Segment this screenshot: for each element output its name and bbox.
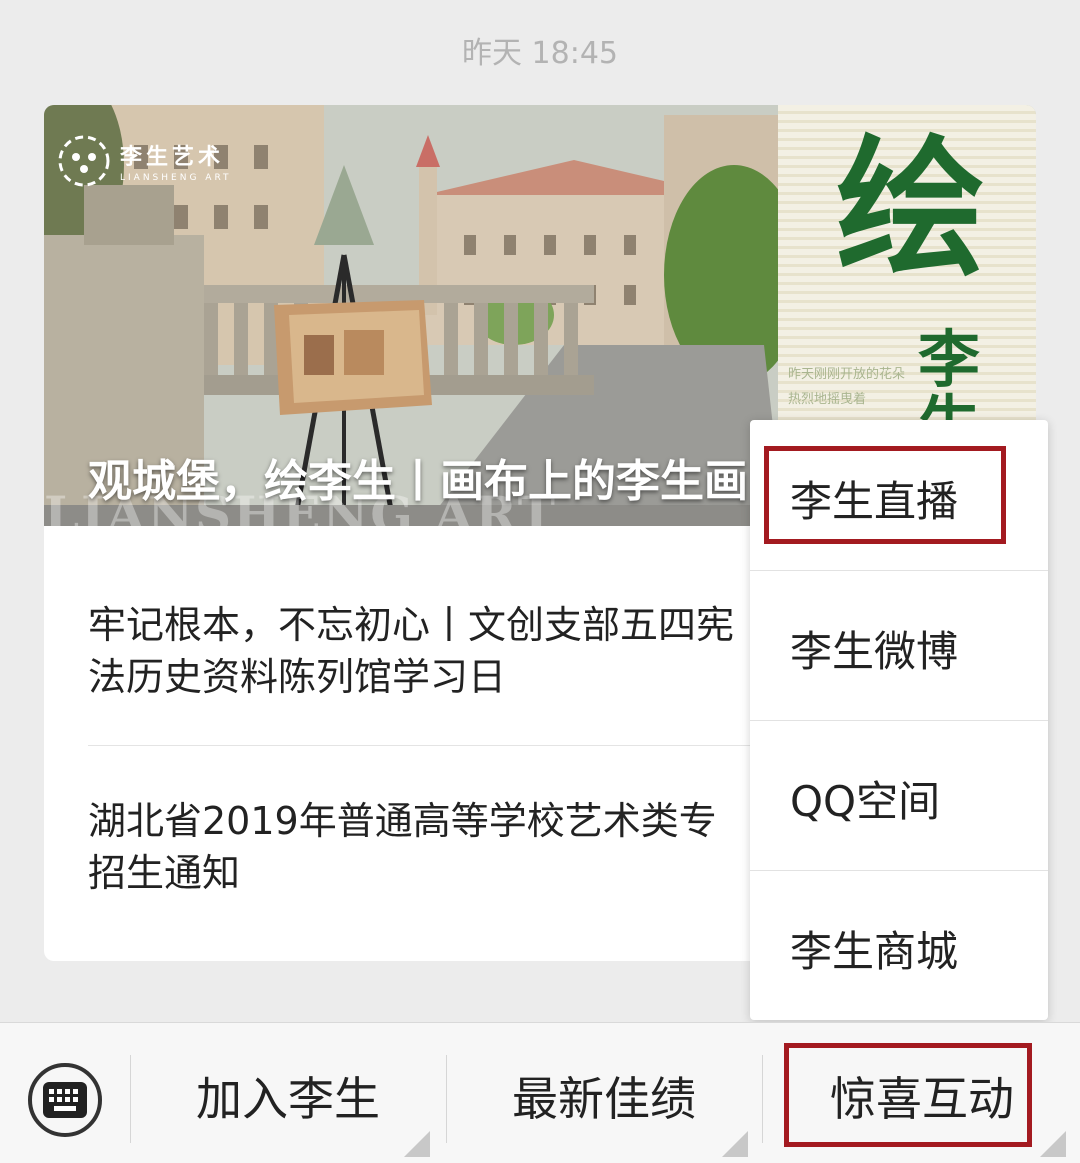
highlight-box <box>764 446 1006 544</box>
menu-separator <box>446 1055 447 1143</box>
logo-name-en: LIANSHENG ART <box>120 173 232 183</box>
menu-latest-results[interactable]: 最新佳绩 <box>448 1063 760 1139</box>
popup-item-qzone[interactable]: QQ空间 <box>750 720 1048 870</box>
popup-item-label: QQ空间 <box>790 777 941 826</box>
poster-note-line: 热烈地摇曳着 <box>788 391 867 407</box>
keyboard-toggle-button[interactable] <box>28 1063 102 1137</box>
menu-corner-icon <box>1040 1131 1066 1157</box>
menu-separator <box>762 1055 763 1143</box>
popup-menu: 李生直播 李生微博 QQ空间 李生商城 <box>750 420 1048 1020</box>
popup-item-label: 李生商城 <box>790 927 959 976</box>
menu-separator <box>130 1055 131 1143</box>
poster-note: 昨天刚刚开放的花朵 热烈地摇曳着 <box>788 363 905 412</box>
menu-corner-icon <box>722 1131 748 1157</box>
menu-corner-icon <box>404 1131 430 1157</box>
poster-note-line: 昨天刚刚开放的花朵 <box>788 367 906 382</box>
poster-big-char: 绘 <box>836 123 987 297</box>
logo-name-cn: 李生艺术 <box>120 145 225 170</box>
keyboard-icon <box>43 1082 87 1118</box>
popup-item-weibo[interactable]: 李生微博 <box>750 570 1048 720</box>
bottom-menu-bar: 加入李生 最新佳绩 惊喜互动 <box>0 1022 1080 1163</box>
menu-label: 最新佳绩 <box>512 1072 696 1126</box>
headline-title[interactable]: 观城堡，绘李生丨画布上的李生画 <box>88 445 748 509</box>
popup-item-mall[interactable]: 李生商城 <box>750 870 1048 1020</box>
highlight-box <box>784 1043 1032 1147</box>
menu-join[interactable]: 加入李生 <box>132 1063 444 1139</box>
logo-icon <box>58 135 110 187</box>
popup-item-label: 李生微博 <box>790 627 959 676</box>
menu-label: 加入李生 <box>196 1072 380 1126</box>
message-timestamp: 昨天 18:45 <box>462 36 618 71</box>
brand-logo: 李生艺术 LIANSHENG ART <box>56 133 232 189</box>
